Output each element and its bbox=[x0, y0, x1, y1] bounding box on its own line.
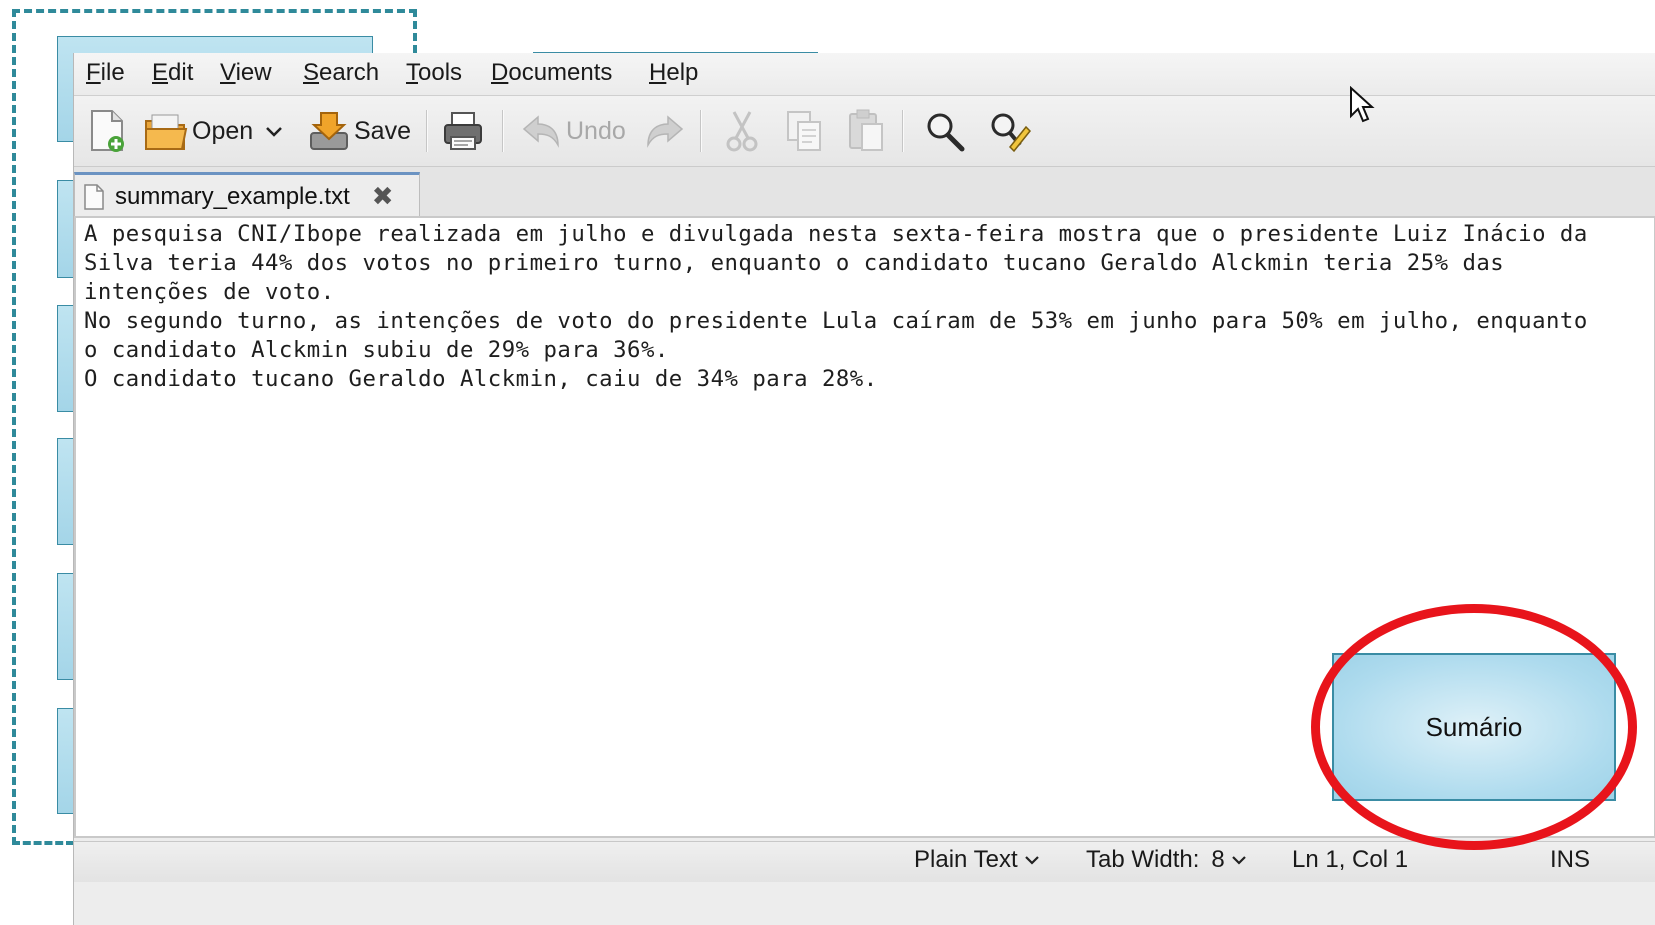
document-tab-bar: summary_example.txt ✖ bbox=[74, 167, 1655, 218]
search-replace-icon bbox=[988, 109, 1032, 153]
toolbar-separator bbox=[700, 110, 702, 152]
editor-line: A pesquisa CNI/Ibope realizada em julho … bbox=[84, 221, 1588, 247]
syntax-mode-selector[interactable]: Plain Text bbox=[914, 846, 1040, 874]
paste-icon bbox=[846, 108, 886, 154]
copy-button[interactable] bbox=[784, 106, 824, 156]
text-file-icon bbox=[83, 183, 105, 211]
print-icon bbox=[442, 109, 484, 153]
open-folder-icon bbox=[144, 109, 188, 153]
status-bar: Plain Text Tab Width: 8 Ln 1, Col 1 INS bbox=[74, 841, 1655, 882]
toolbar-separator bbox=[426, 110, 428, 152]
print-button[interactable] bbox=[442, 106, 484, 156]
chevron-down-icon bbox=[264, 121, 284, 141]
tab-filename: summary_example.txt bbox=[115, 182, 350, 210]
undo-button[interactable]: Undo bbox=[520, 106, 626, 156]
toolbar: Open Save Undo bbox=[74, 96, 1655, 167]
cut-button[interactable] bbox=[722, 106, 762, 156]
copy-icon bbox=[784, 108, 824, 154]
menu-search[interactable]: Search bbox=[303, 59, 379, 87]
menu-tools[interactable]: Tools bbox=[406, 59, 462, 87]
editor-line: intenções de voto. bbox=[84, 279, 335, 305]
document-tab[interactable]: summary_example.txt ✖ bbox=[74, 172, 420, 218]
toolbar-separator bbox=[902, 110, 904, 152]
mouse-pointer-icon bbox=[1349, 86, 1375, 124]
menu-view[interactable]: View bbox=[220, 59, 272, 87]
editor-line: Silva teria 44% dos votos no primeiro tu… bbox=[84, 250, 1505, 276]
undo-icon bbox=[520, 111, 562, 151]
new-document-button[interactable] bbox=[86, 106, 128, 156]
chevron-down-icon bbox=[1231, 853, 1247, 867]
new-document-icon bbox=[86, 108, 128, 154]
editor-line: o candidato Alckmin subiu de 29% para 36… bbox=[84, 337, 669, 363]
insert-mode-indicator: INS bbox=[1550, 846, 1591, 873]
search-replace-button[interactable] bbox=[988, 106, 1032, 156]
chevron-down-icon bbox=[1024, 853, 1040, 867]
save-icon bbox=[308, 109, 350, 153]
menu-documents[interactable]: Documents bbox=[491, 59, 612, 87]
highlight-circle bbox=[1311, 604, 1637, 850]
paste-button[interactable] bbox=[846, 106, 886, 156]
open-button[interactable]: Open bbox=[144, 106, 253, 156]
redo-button[interactable] bbox=[644, 106, 686, 156]
editor-line: No segundo turno, as intenções de voto d… bbox=[84, 308, 1588, 334]
cut-icon bbox=[722, 108, 762, 154]
dashed-frame-bottom bbox=[12, 841, 74, 845]
close-tab-icon[interactable]: ✖ bbox=[372, 182, 394, 212]
menu-help[interactable]: Help bbox=[649, 59, 698, 87]
cursor-position: Ln 1, Col 1 bbox=[1292, 846, 1409, 873]
search-icon bbox=[924, 109, 966, 153]
save-button[interactable]: Save bbox=[308, 106, 411, 156]
search-button[interactable] bbox=[924, 106, 966, 156]
toolbar-separator bbox=[502, 110, 504, 152]
redo-icon bbox=[644, 111, 686, 151]
tab-width-selector[interactable]: Tab Width: 8 bbox=[1086, 846, 1247, 874]
editor-line: O candidato tucano Geraldo Alckmin, caiu… bbox=[84, 366, 878, 392]
menu-file[interactable]: File bbox=[86, 59, 125, 87]
menu-bar: File Edit View Search Tools Documents He… bbox=[74, 53, 1655, 96]
menu-edit[interactable]: Edit bbox=[152, 59, 193, 87]
open-dropdown-button[interactable] bbox=[264, 106, 284, 156]
